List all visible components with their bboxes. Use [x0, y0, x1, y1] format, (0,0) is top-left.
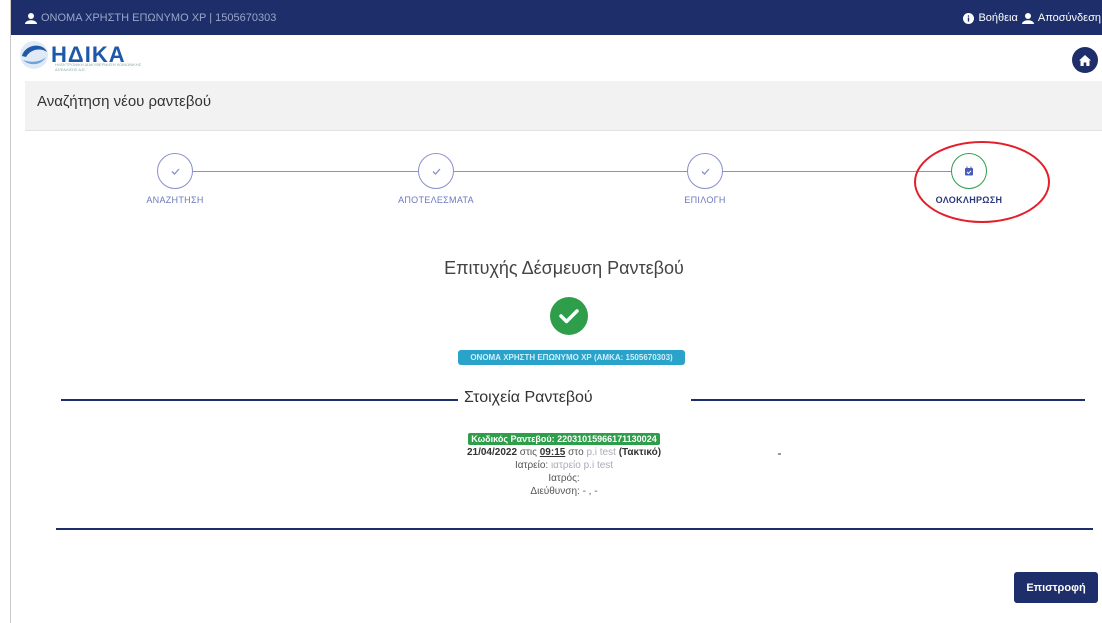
step-circle	[418, 153, 454, 189]
home-button[interactable]	[1072, 47, 1098, 73]
step-label: ΑΝΑΖΗΤΗΣΗ	[146, 195, 204, 205]
step-selection: ΕΠΙΛΟΓΗ	[625, 153, 785, 205]
address-value: - , -	[582, 486, 598, 497]
step-label: ΕΠΙΛΟΓΗ	[684, 195, 726, 205]
appointment-details: Κωδικός Ραντεβού: 220310159661711300​24 …	[25, 433, 1102, 498]
at-word: στις	[519, 447, 537, 458]
place-value: p.i test	[586, 447, 616, 458]
place-word: στο	[568, 447, 584, 458]
step-circle	[687, 153, 723, 189]
step-results: ΑΠΟΤΕΛΕΣΜΑΤΑ	[356, 153, 516, 205]
check-icon	[432, 168, 440, 175]
step-search: ΑΝΑΖΗΤΗΣΗ	[95, 153, 255, 205]
address-label: Διεύθυνση:	[530, 486, 580, 497]
details-section-header: Στοιχεία Ραντεβού	[61, 389, 1085, 409]
clinic-label: Ιατρείο:	[514, 460, 549, 471]
divider-right	[691, 399, 1085, 401]
top-bar-actions: Βοήθεια Αποσύνδεση	[963, 12, 1101, 24]
home-icon	[1079, 54, 1091, 66]
divider-left	[61, 399, 458, 401]
logout-link[interactable]: Αποσύνδεση	[1038, 12, 1101, 24]
logo-swirl-icon	[20, 41, 48, 69]
address-row: Διεύθυνση: - , -	[25, 485, 1102, 498]
bottom-divider	[56, 528, 1093, 530]
stray-mark	[778, 453, 781, 455]
doctor-row: Ιατρός:	[25, 472, 1102, 485]
user-info: ΟΝΟΜΑ ΧΡΗΣΤΗ ΕΠΩΝΥΜΟ ΧΡ | 1505670303	[25, 12, 276, 24]
appointment-date: 21/04/2022	[466, 447, 518, 458]
user-logout-icon[interactable]	[1021, 12, 1034, 24]
patient-badge: ΟΝΟΜΑ ΧΡΗΣΤΗ ΕΠΩΝΥΜΟ ΧΡ (ΑΜΚΑ: 150567030…	[458, 350, 685, 365]
appointment-datetime: 21/04/2022 στις 09:15 στο p.i test (Τακτ…	[25, 446, 1102, 459]
success-title: Επιτυχής Δέσμευση Ραντεβού	[444, 258, 684, 278]
annotation-ellipse	[914, 141, 1050, 223]
top-bar: ΟΝΟΜΑ ΧΡΗΣΤΗ ΕΠΩΝΥΜΟ ΧΡ | 1505670303 Βοή…	[11, 0, 1102, 35]
user-text: ΟΝΟΜΑ ΧΡΗΣΤΗ ΕΠΩΝΥΜΟ ΧΡ | 1505670303	[41, 12, 277, 24]
success-check-icon	[550, 297, 588, 335]
appointment-type: (Τακτικό)	[618, 447, 662, 458]
clinic-value: ιατρείο p.i test	[550, 460, 614, 471]
help-link[interactable]: Βοήθεια	[978, 12, 1017, 24]
appointment-code-badge: Κωδικός Ραντεβού: 220310159661711300​24	[468, 433, 660, 445]
doctor-label: Ιατρός:	[548, 473, 580, 484]
page-title: Αναζήτηση νέου ραντεβού	[37, 93, 212, 110]
check-icon	[701, 168, 709, 175]
check-icon	[171, 168, 179, 175]
info-icon[interactable]	[963, 12, 975, 24]
user-icon	[25, 12, 37, 24]
appointment-time: 09:15	[539, 447, 566, 458]
step-label: ΑΠΟΤΕΛΕΣΜΑΤΑ	[398, 195, 474, 205]
back-button[interactable]: Επιστροφή	[1014, 572, 1098, 603]
logo-bar: ΗΔΙΚΑ ΗΛΕΚΤΡΟΝΙΚΗ ΔΙΑΚΥΒΕΡΝΗΣΗ ΚΟΙΝΩΝΙΚΗ…	[11, 35, 1102, 81]
stepper-track	[175, 171, 975, 172]
app-frame: ΟΝΟΜΑ ΧΡΗΣΤΗ ΕΠΩΝΥΜΟ ΧΡ | 1505670303 Βοή…	[10, 0, 1102, 623]
clinic-row: Ιατρείο: ιατρείο p.i test	[25, 459, 1102, 472]
logo-subtitle: ΗΛΕΚΤΡΟΝΙΚΗ ΔΙΑΚΥΒΕΡΝΗΣΗ ΚΟΙΝΩΝΙΚΗΣ ΑΣΦΑ…	[55, 62, 142, 72]
page-header: Αναζήτηση νέου ραντεβού	[25, 81, 1102, 131]
idika-logo[interactable]: ΗΔΙΚΑ ΗΛΕΚΤΡΟΝΙΚΗ ΔΙΑΚΥΒΕΡΝΗΣΗ ΚΟΙΝΩΝΙΚΗ…	[17, 38, 141, 72]
main-content: ΑΝΑΖΗΤΗΣΗ ΑΠΟΤΕΛΕΣΜΑΤΑ ΕΠΙΛΟΓΗ ΟΛΟΚΛΗΡΩΣ…	[25, 131, 1102, 623]
section-title: Στοιχεία Ραντεβού	[464, 389, 593, 406]
step-circle	[157, 153, 193, 189]
